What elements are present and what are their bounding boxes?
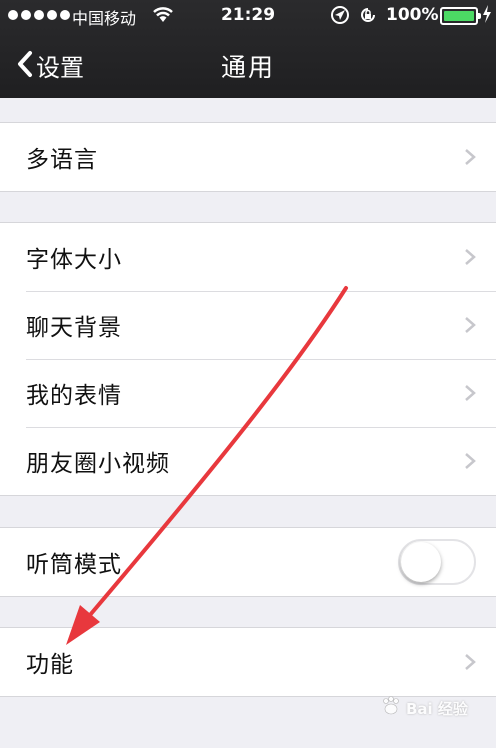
page-title: 通用 xyxy=(220,53,275,82)
group-earpiece: 听筒模式 xyxy=(0,527,496,597)
charging-icon xyxy=(482,5,492,28)
row-label: 我的表情 xyxy=(26,383,122,409)
group-features: 功能 xyxy=(0,627,496,697)
group-language: 多语言 xyxy=(0,122,496,192)
chevron-right-icon xyxy=(464,148,476,170)
watermark: Bai 经验 xyxy=(380,695,468,721)
row-earpiece-mode: 听筒模式 xyxy=(0,528,496,596)
row-label: 多语言 xyxy=(26,147,98,173)
paw-icon xyxy=(380,695,402,721)
chevron-right-icon xyxy=(464,248,476,270)
toggle-knob xyxy=(401,542,441,582)
row-label: 功能 xyxy=(26,652,74,678)
battery-icon xyxy=(440,7,481,25)
row-chat-background[interactable]: 聊天背景 xyxy=(0,291,496,359)
watermark-text: Bai 经验 xyxy=(406,699,468,718)
status-bar: 中国移动 21:29 100% xyxy=(0,0,496,32)
chevron-right-icon xyxy=(464,384,476,406)
row-my-stickers[interactable]: 我的表情 xyxy=(0,359,496,427)
screen: 中国移动 21:29 100% 设置 通用 多语言 字体大小 聊天背景 我的表情… xyxy=(0,0,496,748)
row-label: 字体大小 xyxy=(26,247,122,273)
location-icon xyxy=(330,5,350,30)
battery-percent: 100% xyxy=(386,5,439,25)
row-label: 朋友圈小视频 xyxy=(26,451,170,477)
earpiece-mode-toggle[interactable] xyxy=(398,539,476,585)
chevron-right-icon xyxy=(464,316,476,338)
rotation-lock-icon xyxy=(358,5,378,30)
chevron-right-icon xyxy=(464,452,476,474)
row-label: 聊天背景 xyxy=(26,315,122,341)
row-font-size[interactable]: 字体大小 xyxy=(0,223,496,291)
top-bar: 中国移动 21:29 100% 设置 通用 xyxy=(0,0,496,98)
row-language[interactable]: 多语言 xyxy=(0,123,496,191)
row-label: 听筒模式 xyxy=(26,552,122,578)
battery-fill xyxy=(444,11,474,21)
row-features[interactable]: 功能 xyxy=(0,628,496,696)
chevron-right-icon xyxy=(464,653,476,675)
group-display: 字体大小 聊天背景 我的表情 朋友圈小视频 xyxy=(0,222,496,496)
row-moments-video[interactable]: 朋友圈小视频 xyxy=(0,427,496,495)
